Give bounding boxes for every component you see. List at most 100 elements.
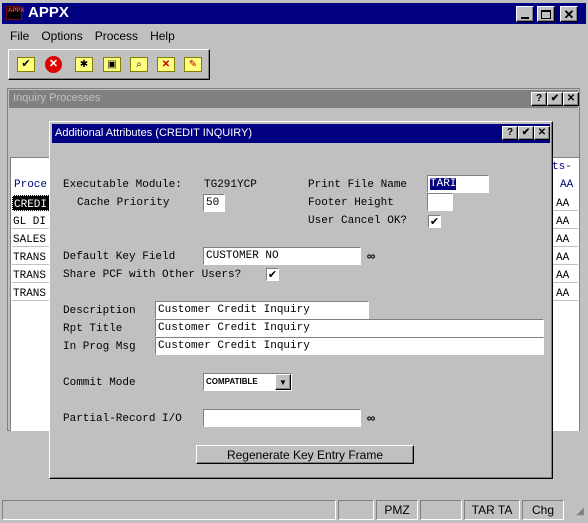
status-cell-tar: TAR TA: [464, 500, 520, 520]
maximize-button[interactable]: [537, 6, 555, 22]
exec-module-value: TG291YCP: [204, 179, 257, 191]
user-cancel-label: User Cancel OK?: [308, 215, 408, 227]
inquiry-row-name: TRANS: [13, 270, 47, 282]
menu-help[interactable]: Help: [150, 29, 175, 43]
app-title: APPX: [28, 4, 69, 21]
attributes-dialog: Additional Attributes (CREDIT INQUIRY) ?…: [49, 121, 553, 479]
in-prog-field[interactable]: Customer Credit Inquiry: [155, 337, 544, 355]
new-record-icon[interactable]: ✱: [75, 57, 93, 72]
default-key-field[interactable]: CUSTOMER NO: [203, 247, 361, 265]
inquiry-row-code-text: AA: [556, 198, 570, 210]
status-cell-4: [420, 500, 462, 520]
check-icon: ✔: [550, 93, 560, 104]
description-value: Customer Credit Inquiry: [158, 304, 310, 316]
check-icon: ✔: [521, 127, 531, 138]
edit-record-icon[interactable]: ✎: [184, 57, 202, 72]
inquiry-row[interactable]: TRANS: [12, 249, 52, 265]
rpt-title-value: Customer Credit Inquiry: [158, 322, 310, 334]
checkmark-icon: ✔: [429, 216, 440, 228]
commit-mode-value: COMPATIBLE: [206, 377, 258, 386]
open-folder-icon[interactable]: ▣: [103, 57, 121, 72]
user-cancel-checkbox[interactable]: ✔: [428, 215, 441, 228]
inquiry-row-code[interactable]: AA: [552, 213, 578, 229]
menu-bar: File Options Process Help: [2, 26, 586, 46]
rpt-title-field[interactable]: Customer Credit Inquiry: [155, 319, 544, 337]
inquiry-row-name: TRANS: [13, 288, 47, 300]
delete-record-icon[interactable]: ✕: [157, 57, 175, 72]
partial-record-label: Partial-Record I/O: [63, 413, 182, 425]
resize-grip-icon[interactable]: ◢: [568, 504, 584, 520]
cache-priority-label: Cache Priority: [77, 197, 170, 209]
inquiry-row-code-text: AA: [556, 216, 570, 228]
binoculars-icon: ∞: [366, 249, 376, 263]
inquiry-row-name: SALES: [13, 234, 47, 246]
cache-priority-field[interactable]: 50: [203, 194, 225, 212]
inquiry-row-code[interactable]: AA: [552, 195, 578, 211]
cancel-icon[interactable]: ✕: [45, 56, 62, 73]
in-prog-label: In Prog Msg: [63, 341, 136, 353]
regenerate-button-label: Regenerate Key Entry Frame: [226, 447, 384, 462]
partial-record-lookup-button[interactable]: ∞: [363, 410, 379, 426]
inquiry-help-button[interactable]: ?: [531, 92, 547, 106]
appx-logo-icon: APPX: [6, 6, 24, 20]
toolbar: ✔ ✕ ✱ ▣ ⌕ ✕ ✎: [8, 49, 210, 80]
menu-process[interactable]: Process: [95, 29, 138, 43]
inquiry-row-code-text: AA: [556, 270, 570, 282]
find-icon[interactable]: ⌕: [130, 57, 148, 72]
checkmark-icon: ✔: [267, 269, 278, 281]
inquiry-col-header-left: Proce: [14, 179, 48, 191]
inquiry-row-code[interactable]: AA: [552, 285, 578, 301]
dialog-help-button[interactable]: ?: [502, 126, 518, 140]
inquiry-close-button[interactable]: ✕: [563, 92, 579, 106]
inquiry-row-code[interactable]: AA: [552, 249, 578, 265]
inquiry-row-code[interactable]: AA: [552, 231, 578, 247]
inquiry-col-header-right: AA: [560, 179, 574, 191]
close-button[interactable]: ✕: [560, 6, 578, 22]
dialog-ok-button[interactable]: ✔: [518, 126, 534, 140]
inquiry-row-code[interactable]: AA: [552, 267, 578, 283]
minimize-icon: [521, 17, 529, 19]
inquiry-row-name: CREDI: [14, 199, 48, 211]
inquiry-row-name: GL DI: [13, 216, 47, 228]
footer-height-field[interactable]: [427, 193, 453, 211]
inquiry-row[interactable]: TRANS: [12, 267, 52, 283]
inquiry-row[interactable]: SALES: [12, 231, 52, 247]
minimize-button[interactable]: [516, 6, 534, 22]
partial-record-field[interactable]: [203, 409, 361, 427]
status-cell-1: [2, 500, 336, 520]
maximize-icon: [541, 9, 551, 19]
inquiry-row[interactable]: CREDI: [12, 195, 52, 211]
inquiry-row[interactable]: TRANS: [12, 285, 52, 301]
binoculars-icon: ∞: [366, 411, 376, 425]
commit-mode-select[interactable]: COMPATIBLE ▼: [203, 373, 292, 391]
default-key-lookup-button[interactable]: ∞: [363, 248, 379, 264]
regenerate-key-entry-button[interactable]: Regenerate Key Entry Frame: [196, 445, 414, 464]
status-text-chg: Chg: [531, 503, 554, 517]
print-file-field[interactable]: TARI: [427, 175, 489, 193]
print-file-label: Print File Name: [308, 179, 408, 191]
help-icon: ?: [506, 127, 514, 138]
exec-module-label: Executable Module:: [63, 179, 182, 191]
close-icon: ✕: [537, 127, 547, 138]
commit-mode-dropdown-button[interactable]: ▼: [275, 374, 291, 390]
inquiry-row[interactable]: GL DI: [12, 213, 52, 229]
status-cell-pmz: PMZ: [376, 500, 418, 520]
inquiry-col-header-right-top: ts-: [552, 161, 572, 173]
print-file-value: TARI: [430, 178, 457, 190]
dialog-close-button[interactable]: ✕: [534, 126, 550, 140]
app-titlebar: APPX APPX ✕: [2, 3, 586, 24]
share-pcf-checkbox[interactable]: ✔: [266, 268, 279, 281]
inquiry-row-code-text: AA: [556, 288, 570, 300]
dialog-title: Additional Attributes (CREDIT INQUIRY): [55, 127, 253, 139]
menu-options[interactable]: Options: [41, 29, 82, 43]
status-text-pmz: PMZ: [384, 503, 410, 517]
chevron-down-icon: ▼: [279, 377, 287, 387]
inquiry-ok-button[interactable]: ✔: [547, 92, 563, 106]
menu-file[interactable]: File: [10, 29, 29, 43]
check-edit-icon[interactable]: ✔: [17, 57, 35, 72]
commit-mode-label: Commit Mode: [63, 377, 136, 389]
description-label: Description: [63, 305, 136, 317]
inquiry-titlebar: Inquiry Processes ? ✔ ✕: [9, 90, 579, 108]
inquiry-row-code-text: AA: [556, 252, 570, 264]
description-field[interactable]: Customer Credit Inquiry: [155, 301, 369, 319]
